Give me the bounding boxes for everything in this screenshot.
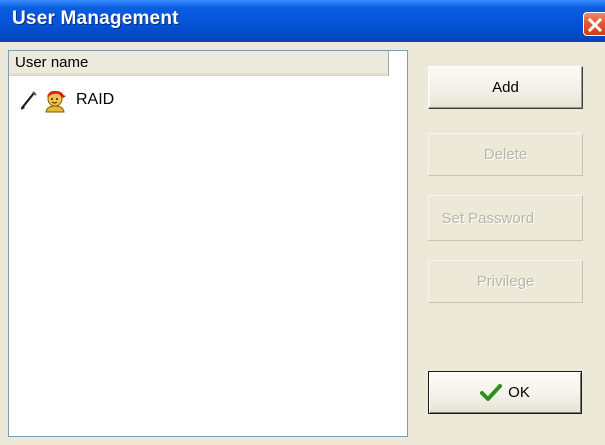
close-x-icon [588,18,602,32]
list-item-label: RAID [76,91,115,108]
delete-button[interactable]: Delete [428,133,583,176]
delete-button-label: Delete [483,146,528,163]
window-title: User Management [12,8,179,29]
set-password-button-label: Set Password [441,209,535,227]
privilege-button-label: Privilege [476,273,535,290]
edit-pencil-icon [20,91,37,110]
ok-button[interactable]: OK [428,371,582,414]
close-button[interactable] [583,12,605,36]
add-button[interactable]: Add [428,66,583,109]
user-list[interactable]: User name RAID [8,50,408,437]
column-header-user-name[interactable]: User name [9,51,389,76]
user-icon [45,90,66,113]
column-header-label: User name [15,54,89,71]
ok-button-label: OK [508,384,530,401]
title-bar[interactable]: User Management [0,0,605,42]
user-management-dialog: User Management User name RAID Add Delet… [0,0,605,445]
privilege-button[interactable]: Privilege [428,260,583,303]
list-item[interactable]: RAID [19,89,219,113]
add-button-label: Add [492,79,519,96]
checkmark-icon [480,383,503,401]
set-password-button[interactable]: Set Password [428,195,583,241]
